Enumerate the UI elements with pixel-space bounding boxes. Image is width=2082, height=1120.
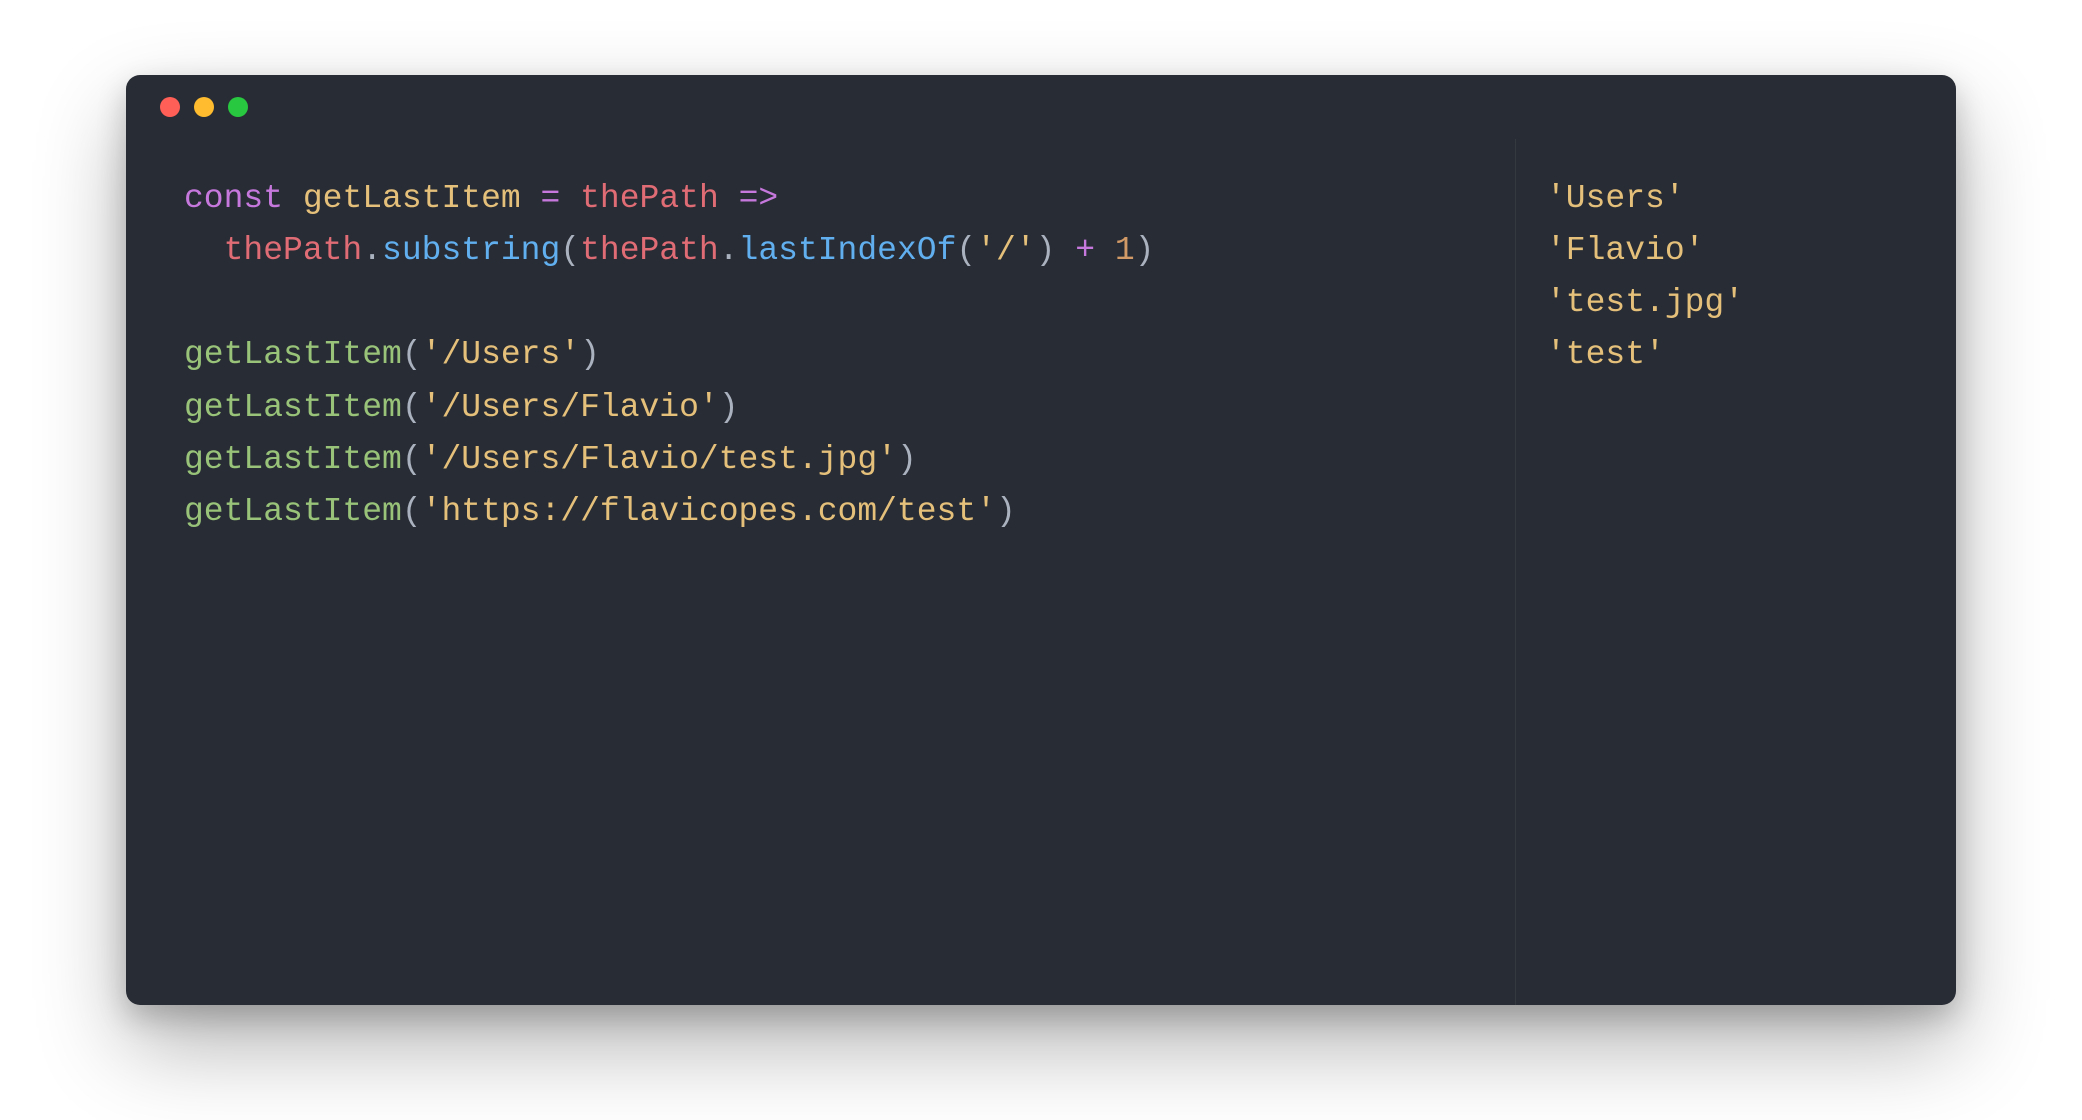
rparen: )	[1135, 232, 1155, 269]
string-slash: '/'	[976, 232, 1035, 269]
output-line-0: 'Users'	[1546, 180, 1685, 217]
dot: .	[362, 232, 382, 269]
method-substring: substring	[382, 232, 560, 269]
stage: const getLastItem = thePath => thePath.s…	[0, 0, 2082, 1120]
output-line-2: 'test.jpg'	[1546, 284, 1744, 321]
ident-thePath: thePath	[224, 232, 363, 269]
call-fn-0: getLastItem	[184, 336, 402, 373]
method-lastIndexOf: lastIndexOf	[739, 232, 957, 269]
number-one: 1	[1115, 232, 1135, 269]
lparen-c1: (	[402, 389, 422, 426]
lparen: (	[560, 232, 580, 269]
call-fn-2: getLastItem	[184, 441, 402, 478]
close-icon[interactable]	[160, 97, 180, 117]
call-fn-3: getLastItem	[184, 493, 402, 530]
lparen-2: (	[956, 232, 976, 269]
rparen-2: )	[1036, 232, 1056, 269]
call-arg-3: 'https://flavicopes.com/test'	[422, 493, 996, 530]
output-line-1: 'Flavio'	[1546, 232, 1704, 269]
rparen-c1: )	[719, 389, 739, 426]
call-arg-2: '/Users/Flavio/test.jpg'	[422, 441, 897, 478]
call-arg-1: '/Users/Flavio'	[422, 389, 719, 426]
indent	[184, 232, 224, 269]
rparen-c3: )	[996, 493, 1016, 530]
op-arrow: =>	[739, 180, 779, 217]
decl-getLastItem: getLastItem	[303, 180, 521, 217]
code-window: const getLastItem = thePath => thePath.s…	[126, 75, 1956, 1005]
ident-thePath-2: thePath	[580, 232, 719, 269]
minimize-icon[interactable]	[194, 97, 214, 117]
output-pane: 'Users' 'Flavio' 'test.jpg' 'test'	[1515, 139, 1956, 1005]
keyword-const: const	[184, 180, 283, 217]
output-line-3: 'test'	[1546, 336, 1665, 373]
param-thePath: thePath	[580, 180, 719, 217]
lparen-c3: (	[402, 493, 422, 530]
code-pane: const getLastItem = thePath => thePath.s…	[126, 139, 1515, 1005]
lparen-c0: (	[402, 336, 422, 373]
op-assign: =	[541, 180, 561, 217]
dot-2: .	[719, 232, 739, 269]
rparen-c0: )	[580, 336, 600, 373]
call-fn-1: getLastItem	[184, 389, 402, 426]
code-block: const getLastItem = thePath => thePath.s…	[184, 173, 1475, 538]
window-titlebar	[126, 75, 1956, 139]
window-body: const getLastItem = thePath => thePath.s…	[126, 139, 1956, 1005]
rparen-c2: )	[897, 441, 917, 478]
output-block: 'Users' 'Flavio' 'test.jpg' 'test'	[1546, 173, 1926, 382]
zoom-icon[interactable]	[228, 97, 248, 117]
op-plus: +	[1075, 232, 1095, 269]
lparen-c2: (	[402, 441, 422, 478]
call-arg-0: '/Users'	[422, 336, 580, 373]
